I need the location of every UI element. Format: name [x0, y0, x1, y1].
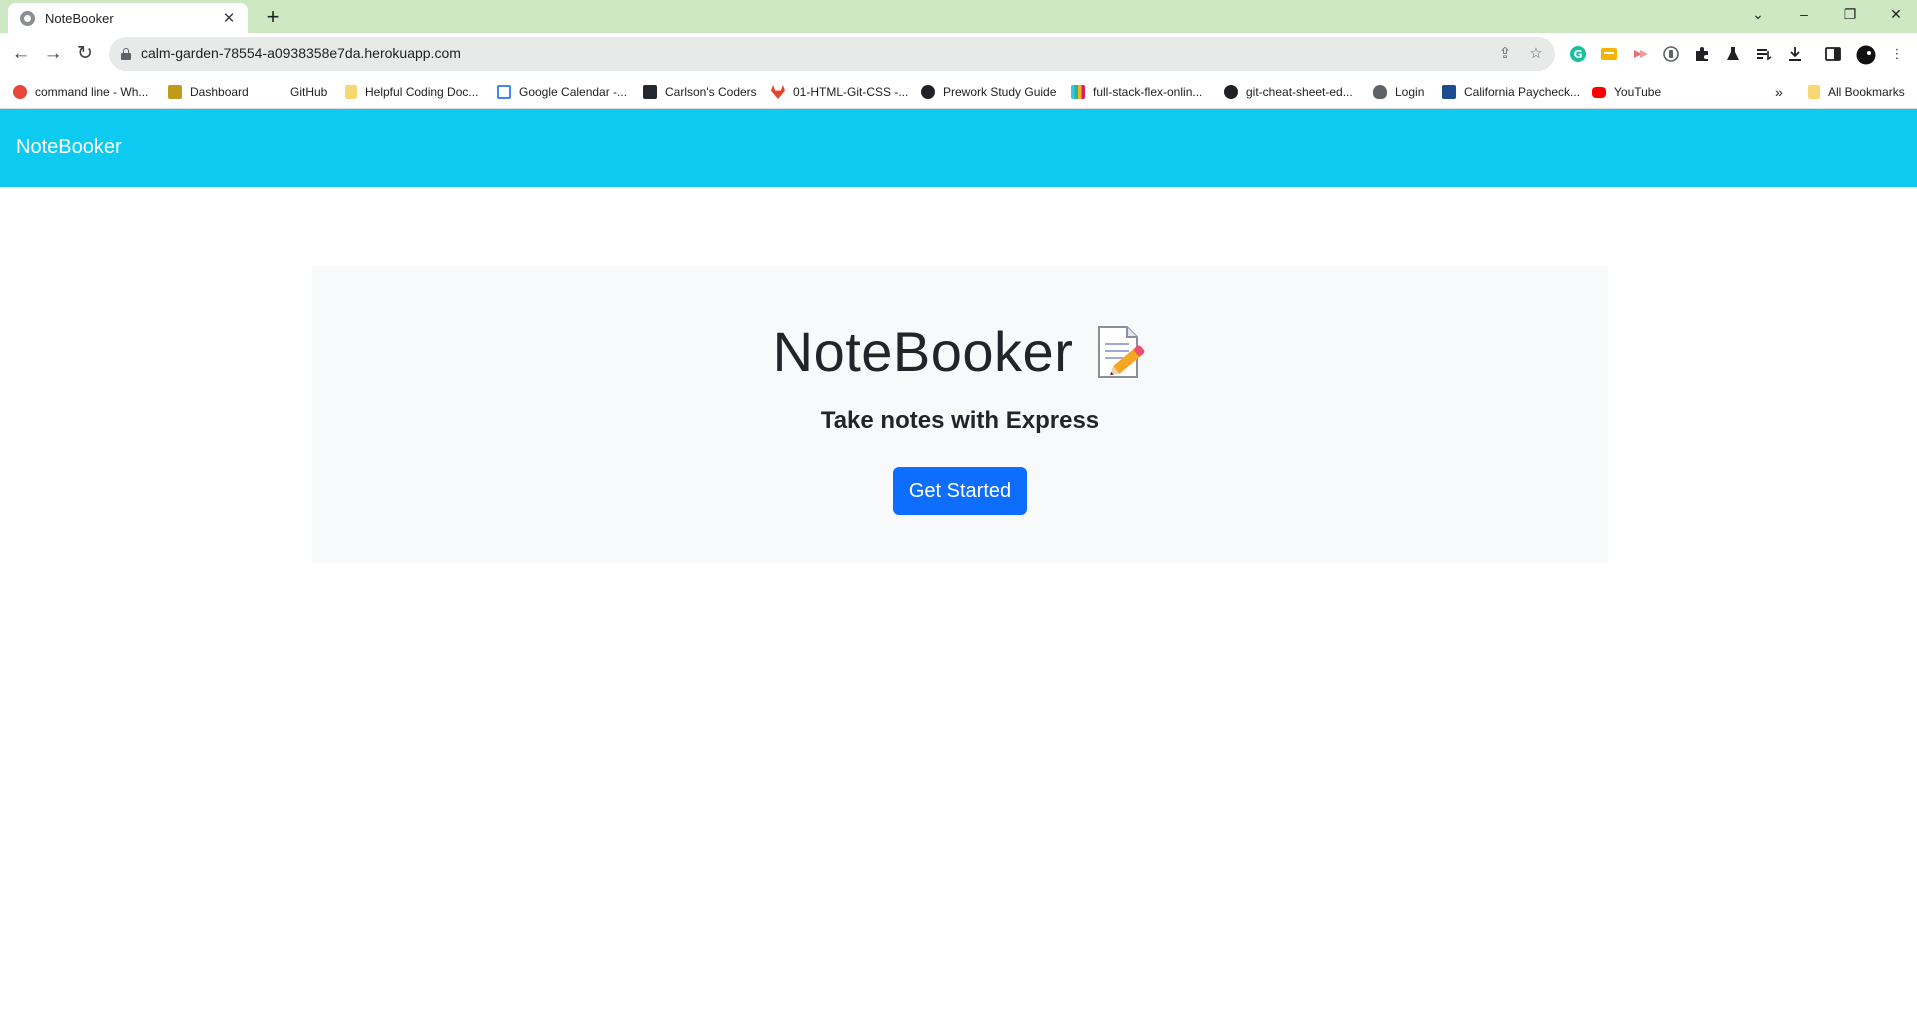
folder-icon: [345, 85, 357, 99]
slack-icon: [1071, 85, 1085, 99]
hero-title: NoteBooker: [772, 320, 1074, 383]
bookmark-item[interactable]: GitHub: [290, 83, 327, 101]
bookmark-label: Login: [1395, 85, 1425, 99]
bookmark-label: California Paycheck...: [1464, 85, 1581, 99]
bookmark-item[interactable]: Login: [1373, 83, 1424, 101]
extension-circle-icon[interactable]: [1662, 45, 1680, 63]
bookmark-item[interactable]: Google Calendar -...: [497, 83, 627, 101]
bookmark-label: Google Calendar -...: [519, 85, 628, 99]
bookmark-label: command line - Wh...: [35, 85, 149, 99]
url-text[interactable]: calm-garden-78554-a0938358e7da.herokuapp…: [141, 45, 461, 61]
tab-title: NoteBooker: [45, 10, 114, 26]
bookmarks-bar: command line - Wh... Dashboard GitHub He…: [0, 75, 1917, 109]
hero-subtitle: Take notes with Express: [820, 407, 1100, 434]
all-bookmarks-button[interactable]: All Bookmarks: [1808, 83, 1905, 101]
bookmark-item[interactable]: git-cheat-sheet-ed...: [1224, 83, 1353, 101]
close-icon[interactable]: ✕: [1873, 0, 1917, 30]
bookmark-item[interactable]: YouTube: [1592, 83, 1661, 101]
bookmark-label: Helpful Coding Doc...: [365, 85, 479, 99]
bookmark-star-icon[interactable]: ☆: [1526, 44, 1546, 64]
bookmark-label: YouTube: [1614, 85, 1662, 99]
bookmark-label: 01-HTML-Git-CSS -...: [793, 85, 909, 99]
youtube-icon: [1592, 86, 1606, 98]
extension-yellow-icon[interactable]: [1600, 45, 1618, 63]
extensions-puzzle-icon[interactable]: [1693, 45, 1711, 63]
calendar-icon: [497, 85, 511, 99]
grammarly-icon[interactable]: G: [1569, 45, 1587, 63]
bookmark-label: git-cheat-sheet-ed...: [1246, 85, 1353, 99]
profile-avatar[interactable]: [1856, 45, 1876, 65]
code-icon: [643, 85, 657, 99]
bookmark-label: Dashboard: [190, 85, 249, 99]
minimize-icon[interactable]: –: [1781, 0, 1827, 30]
share-icon[interactable]: ⇪: [1495, 44, 1515, 64]
lock-icon[interactable]: [121, 48, 131, 60]
labs-flask-icon[interactable]: [1724, 45, 1742, 63]
bookmark-item[interactable]: California Paycheck...: [1442, 83, 1580, 101]
bookmark-item[interactable]: Dashboard: [168, 83, 249, 101]
hero-title-row: NoteBooker: [312, 319, 1608, 385]
browser-tab[interactable]: NoteBooker ✕: [8, 3, 248, 33]
restore-icon[interactable]: ❐: [1827, 0, 1873, 30]
reading-list-icon[interactable]: [1755, 45, 1773, 63]
paw-icon: [1373, 85, 1387, 99]
download-icon[interactable]: [1786, 45, 1804, 63]
bookmark-item[interactable]: full-stack-flex-onlin...: [1071, 83, 1202, 101]
bookmark-item[interactable]: 01-HTML-Git-CSS -...: [771, 83, 908, 101]
navbar-brand[interactable]: NoteBooker: [16, 136, 122, 159]
reload-icon[interactable]: ↻: [72, 41, 98, 67]
close-tab-button[interactable]: ✕: [220, 9, 238, 27]
gitlab-icon: [771, 85, 785, 99]
extension-record-icon[interactable]: [1631, 45, 1649, 63]
github-icon: [1224, 85, 1238, 99]
folder-icon: [1808, 85, 1820, 99]
bookmark-item[interactable]: Helpful Coding Doc...: [345, 83, 478, 101]
bookmark-label: full-stack-flex-onlin...: [1093, 85, 1203, 99]
svg-text:G: G: [1573, 48, 1582, 61]
back-icon[interactable]: ←: [8, 41, 34, 67]
new-tab-button[interactable]: +: [259, 4, 287, 30]
browser-toolbar: ← → ↻ calm-garden-78554-a0938358e7da.her…: [0, 33, 1917, 75]
get-started-button[interactable]: Get Started: [893, 467, 1027, 515]
memo-icon: [1095, 323, 1147, 381]
smartasset-icon: [1442, 85, 1456, 99]
all-bookmarks-label: All Bookmarks: [1828, 85, 1905, 99]
address-bar[interactable]: calm-garden-78554-a0938358e7da.herokuapp…: [109, 37, 1555, 71]
tab-strip: NoteBooker ✕ + ⌄ – ❐ ✕: [0, 0, 1917, 33]
globe-icon: [921, 85, 935, 99]
bookmark-item[interactable]: Carlson's Coders: [643, 83, 757, 101]
bookmark-label: Carlson's Coders: [665, 85, 757, 99]
globe-icon: [20, 10, 35, 26]
forward-icon[interactable]: →: [40, 41, 66, 67]
hero-section: NoteBooker Take notes with Express Get S…: [312, 266, 1608, 563]
dashboard-icon: [168, 85, 182, 99]
bookmark-label: Prework Study Guide: [943, 85, 1057, 99]
ask-icon: [13, 85, 27, 99]
bookmark-label: GitHub: [290, 85, 328, 99]
chevron-down-icon[interactable]: ⌄: [1735, 0, 1781, 30]
side-panel-icon[interactable]: [1824, 45, 1842, 63]
bookmark-item[interactable]: Prework Study Guide: [921, 83, 1056, 101]
chrome-menu-icon[interactable]: ⋮: [1888, 45, 1906, 63]
bookmark-item[interactable]: command line - Wh...: [13, 83, 148, 101]
site-navbar: NoteBooker: [0, 109, 1917, 187]
bookmarks-overflow-button[interactable]: »: [1775, 83, 1783, 101]
